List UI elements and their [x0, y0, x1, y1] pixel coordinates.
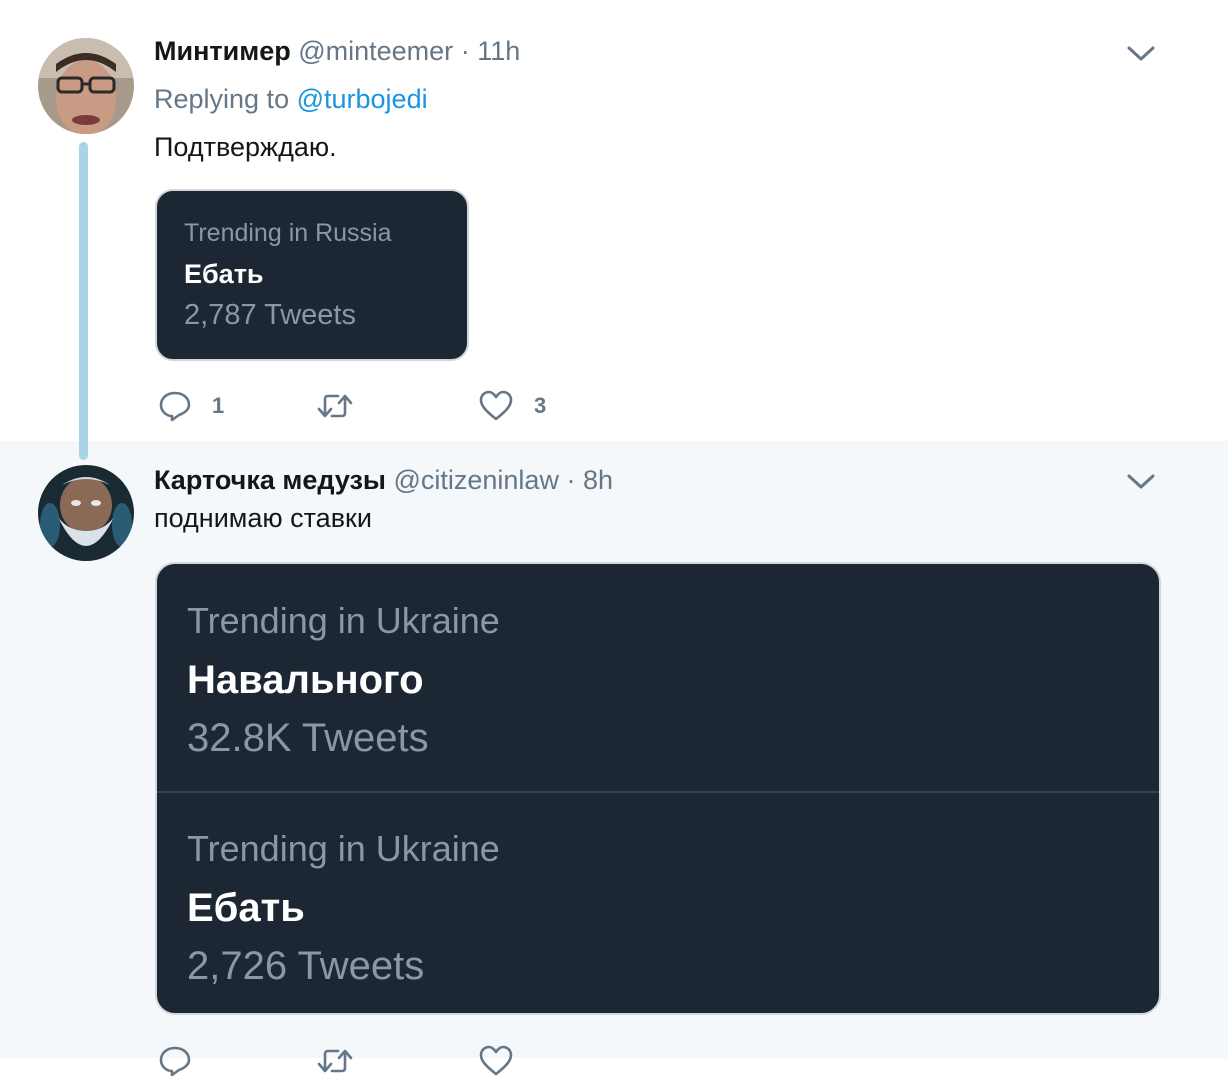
chevron-down-icon[interactable] [1125, 472, 1157, 492]
reply-icon [159, 391, 191, 422]
replying-prefix: Replying to [154, 84, 290, 114]
trend-location: Trending in Ukraine [187, 600, 500, 641]
heart-icon [479, 1045, 513, 1076]
author-name[interactable]: Карточка медузы [154, 465, 386, 495]
trend-name: Ебать [184, 259, 264, 289]
thread-line [79, 142, 88, 460]
trend-location: Trending in Russia [184, 219, 392, 247]
trend-location: Trending in Ukraine [187, 828, 500, 869]
reply-icon [159, 1046, 191, 1077]
tweet-actions [0, 1041, 700, 1081]
separator-dot: · [460, 36, 470, 66]
trend-item[interactable]: Trending in Ukraine Навального 32.8K Twe… [157, 564, 1159, 792]
avatar-photo [38, 465, 134, 561]
author-name[interactable]: Минтимер [154, 36, 291, 66]
tweet-citizeninlaw[interactable]: Карточка медузы @citizeninlaw · 8h подни… [0, 441, 1228, 1077]
replying-to: Replying to @turbojedi [154, 84, 428, 115]
trend-card[interactable]: Trending in Ukraine Навального 32.8K Twe… [155, 562, 1161, 1015]
retweet-button[interactable] [316, 386, 354, 426]
avatar[interactable] [38, 465, 134, 561]
retweet-button[interactable] [316, 1041, 354, 1081]
trend-name: Ебать [187, 886, 305, 930]
avatar-photo [38, 38, 134, 134]
reply-count: 1 [212, 393, 225, 418]
like-count: 3 [534, 393, 547, 418]
tweet-time[interactable]: 8h [583, 465, 613, 495]
trend-tweet-count: 2,787 Tweets [184, 299, 356, 331]
tweet-actions: 1 3 [0, 386, 700, 426]
author-handle[interactable]: @citizeninlaw [393, 465, 558, 495]
tweet-text: поднимаю ставки [154, 503, 372, 533]
heart-icon [479, 390, 513, 421]
tweet-text: Подтверждаю. [154, 132, 337, 162]
trend-name: Навального [187, 658, 424, 702]
avatar[interactable] [38, 38, 134, 134]
retweet-icon [317, 394, 353, 418]
retweet-icon [317, 1049, 353, 1073]
replying-to-link[interactable]: @turbojedi [297, 84, 428, 114]
trend-item[interactable]: Trending in Ukraine Ебать 2,726 Tweets [157, 792, 1159, 1013]
tweet-header: Карточка медузы @citizeninlaw · 8h [154, 465, 613, 496]
tweet-time[interactable]: 11h [477, 36, 520, 66]
like-button[interactable]: 3 [478, 386, 546, 426]
trend-card[interactable]: Trending in Russia Ебать 2,787 Tweets [155, 189, 469, 361]
separator-dot: · [566, 465, 576, 495]
chevron-down-icon[interactable] [1125, 44, 1157, 64]
reply-button[interactable]: 1 [158, 386, 224, 426]
trend-tweet-count: 32.8K Tweets [187, 716, 429, 760]
tweet-header: Минтимер @minteemer · 11h [154, 36, 520, 67]
reply-button[interactable] [158, 1041, 192, 1081]
like-button[interactable] [478, 1041, 514, 1081]
author-handle[interactable]: @minteemer [298, 36, 453, 66]
tweet-minteemer[interactable]: Минтимер @minteemer · 11h Replying to @t… [0, 0, 1228, 441]
trend-tweet-count: 2,726 Tweets [187, 944, 425, 988]
